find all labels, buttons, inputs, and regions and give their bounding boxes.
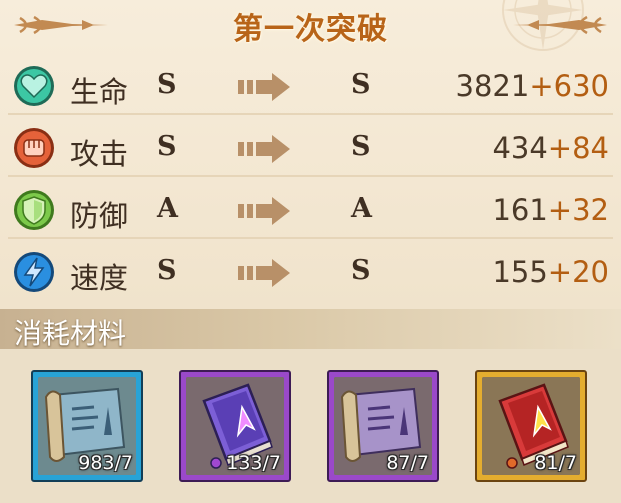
stat-row-atk: 攻击 S S 434+84: [0, 119, 621, 177]
header: 第一次突破: [0, 0, 621, 52]
stat-row-def: 防御 A A 161+32: [0, 181, 621, 239]
breakthrough-panel: 第一次突破 生命 S S 3821+630 攻击 S S 434+84 防御 A…: [0, 0, 621, 503]
stat-row-spd: 速度 S S 155+20: [0, 243, 621, 301]
materials-title: 消耗材料: [14, 317, 127, 350]
material-item-scroll-purple[interactable]: 87/7: [327, 370, 439, 482]
grade-before: S: [157, 255, 177, 286]
stat-value: 161+32: [492, 193, 609, 227]
stat-name: 攻击: [70, 137, 129, 171]
row-divider: [8, 237, 613, 239]
stat-value: 3821+630: [456, 69, 609, 103]
heart-icon: [14, 66, 54, 106]
stat-bonus-value: +32: [547, 193, 609, 227]
grade-after: S: [351, 69, 371, 100]
stat-row-hp: 生命 S S 3821+630: [0, 57, 621, 115]
material-item-book-gold[interactable]: 81/7: [475, 370, 587, 482]
arrow-right-icon: [238, 259, 290, 287]
item-count: 81/7: [534, 452, 577, 474]
stat-name: 生命: [70, 75, 129, 109]
grade-before: S: [157, 131, 177, 162]
arrow-right-icon: [238, 73, 290, 101]
stat-bonus-value: +630: [529, 69, 609, 103]
lightning-icon: [14, 252, 54, 292]
material-item-scroll-blue[interactable]: 983/7: [31, 370, 143, 482]
stat-name: 防御: [70, 199, 129, 233]
materials-header: 消耗材料: [0, 309, 621, 350]
grade-before: S: [157, 69, 177, 100]
stat-name: 速度: [70, 261, 129, 295]
stat-bonus-value: +84: [547, 131, 609, 165]
arrow-right-icon: [238, 197, 290, 225]
item-count: 983/7: [78, 452, 133, 474]
material-item-book-purple[interactable]: 133/7: [179, 370, 291, 482]
grade-after: S: [351, 131, 371, 162]
grade-before: A: [157, 193, 178, 224]
stat-base-value: 161: [492, 193, 548, 227]
stat-base-value: 155: [492, 255, 548, 289]
row-divider: [8, 113, 613, 115]
grade-after: A: [351, 193, 372, 224]
fist-icon: [14, 128, 54, 168]
stat-base-value: 3821: [455, 69, 530, 103]
item-count: 133/7: [226, 452, 281, 474]
grade-after: S: [351, 255, 371, 286]
stat-bonus-value: +20: [547, 255, 609, 289]
stat-value: 155+20: [492, 255, 609, 289]
stat-base-value: 434: [492, 131, 548, 165]
item-count: 87/7: [386, 452, 429, 474]
right-ornament-icon: [513, 15, 607, 35]
arrow-right-icon: [238, 135, 290, 163]
stat-value: 434+84: [492, 131, 609, 165]
row-divider: [8, 175, 613, 177]
shield-icon: [14, 190, 54, 230]
